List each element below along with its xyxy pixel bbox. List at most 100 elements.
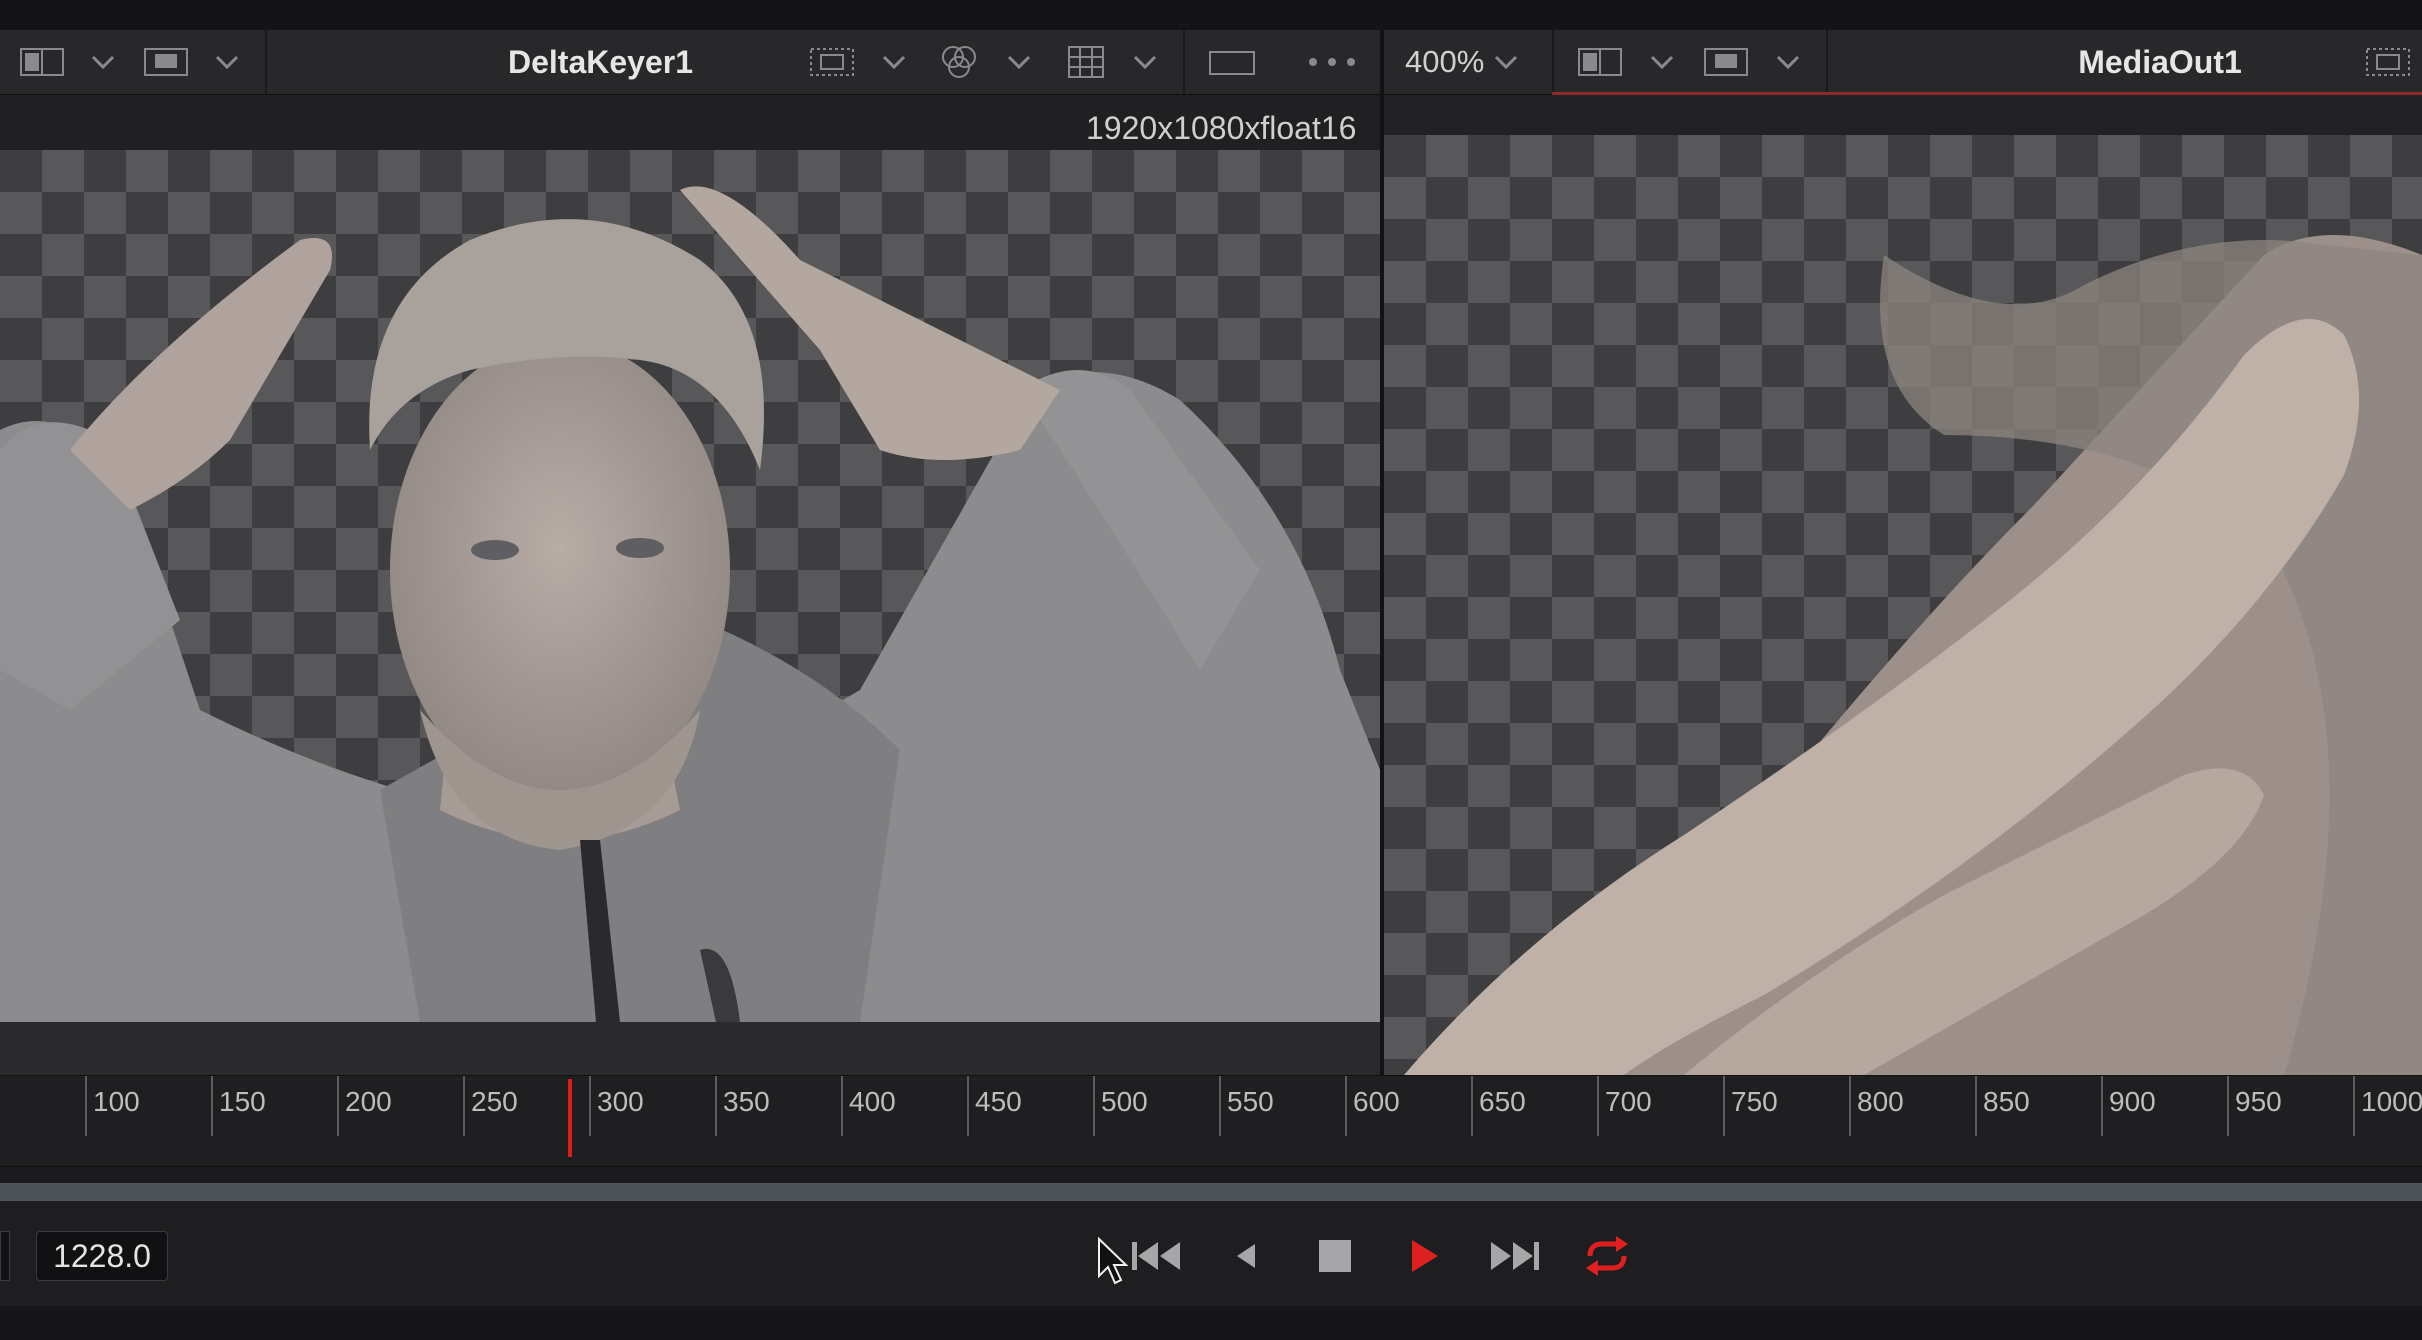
frame-rectangle-icon bbox=[1209, 51, 1255, 75]
roi-dropdown[interactable] bbox=[880, 50, 908, 74]
chevron-down-icon bbox=[1495, 55, 1518, 70]
ruler-tick-label: 950 bbox=[2235, 1086, 2282, 1117]
toolbar-divider bbox=[265, 30, 267, 94]
ruler-tick-label: 700 bbox=[1605, 1086, 1652, 1117]
stop-button[interactable] bbox=[1305, 1228, 1365, 1284]
keyed-subject-image bbox=[0, 186, 1380, 1022]
chevron-down-icon bbox=[1776, 55, 1800, 70]
ruler-tick bbox=[841, 1076, 843, 1136]
timeline-scrollbar[interactable] bbox=[0, 1183, 2422, 1201]
more-options-button[interactable] bbox=[1302, 44, 1362, 80]
ruler-tick bbox=[337, 1076, 339, 1136]
window-top-strip bbox=[0, 0, 2422, 30]
viewer-layout-dropdown[interactable] bbox=[213, 50, 241, 74]
zoom-dropdown[interactable]: 400% bbox=[1405, 30, 1520, 94]
mouse-cursor-icon bbox=[1098, 1236, 1129, 1285]
split-view-dropdown[interactable] bbox=[89, 50, 117, 74]
ruler-tick-label: 600 bbox=[1353, 1086, 1400, 1117]
ruler-tick bbox=[1975, 1076, 1977, 1136]
chevron-down-icon bbox=[1650, 55, 1674, 70]
ruler-tick bbox=[1597, 1076, 1599, 1136]
right-viewer[interactable] bbox=[1384, 95, 2422, 1075]
loop-button[interactable] bbox=[1577, 1228, 1637, 1284]
ruler-tick bbox=[1345, 1076, 1347, 1136]
toolbar-divider bbox=[1183, 30, 1185, 94]
zoom-level: 400% bbox=[1405, 44, 1485, 79]
ruler-tick bbox=[1849, 1076, 1851, 1136]
ruler-tick-label: 400 bbox=[849, 1086, 896, 1117]
split-view-button[interactable] bbox=[16, 44, 68, 80]
ruler-tick bbox=[589, 1076, 591, 1136]
chevron-down-icon bbox=[215, 55, 239, 70]
split-view-button-right[interactable] bbox=[1574, 44, 1626, 80]
monitor-icon bbox=[1704, 48, 1748, 76]
ruler-tick-label: 750 bbox=[1731, 1086, 1778, 1117]
time-ruler[interactable]: 100 150 200 250 300 350 400 450 500 550 600 650 700 7… bbox=[0, 1075, 2422, 1167]
play-icon bbox=[1412, 1240, 1438, 1272]
right-viewer-canvas[interactable] bbox=[1384, 135, 2422, 1075]
viewer-layout-button-right[interactable] bbox=[1700, 44, 1752, 80]
step-back-button[interactable] bbox=[1215, 1228, 1275, 1284]
ruler-tick bbox=[2101, 1076, 2103, 1136]
stop-icon bbox=[1319, 1240, 1351, 1272]
ruler-tick-label: 450 bbox=[975, 1086, 1022, 1117]
bottom-strip bbox=[0, 1306, 2422, 1340]
ruler-tick bbox=[85, 1076, 87, 1136]
viewer-layout-dropdown-right[interactable] bbox=[1774, 50, 1802, 74]
ruler-tick-label: 300 bbox=[597, 1086, 644, 1117]
chevron-down-icon bbox=[91, 55, 115, 70]
ruler-tick-label: 200 bbox=[345, 1086, 392, 1117]
ruler-tick-label: 500 bbox=[1101, 1086, 1148, 1117]
image-resolution-label: 1920x1080xfloat16 bbox=[1086, 110, 1357, 146]
ruler-tick bbox=[715, 1076, 717, 1136]
ruler-tick bbox=[1093, 1076, 1095, 1136]
rgb-channels-icon bbox=[942, 46, 976, 78]
viewer-toolbar: DeltaKeyer1 400% MediaOut1 bbox=[0, 30, 2422, 95]
step-back-icon bbox=[1237, 1244, 1255, 1268]
ruler-tick bbox=[1723, 1076, 1725, 1136]
chevron-down-icon bbox=[1133, 55, 1157, 70]
grid-guides-button[interactable] bbox=[1060, 44, 1112, 80]
roi-icon bbox=[2366, 48, 2410, 76]
playhead[interactable] bbox=[568, 1079, 572, 1157]
split-view-dropdown-right[interactable] bbox=[1648, 50, 1676, 74]
color-channels-dropdown[interactable] bbox=[1005, 50, 1033, 74]
ruler-tick-label: 150 bbox=[219, 1086, 266, 1117]
grid-guides-dropdown[interactable] bbox=[1131, 50, 1159, 74]
roi-button[interactable] bbox=[806, 44, 858, 80]
viewer-layout-button[interactable] bbox=[140, 44, 192, 80]
ruler-tick-label: 100 bbox=[93, 1086, 140, 1117]
ruler-tick bbox=[1219, 1076, 1221, 1136]
ruler-tick-label: 550 bbox=[1227, 1086, 1274, 1117]
ruler-tick bbox=[2353, 1076, 2355, 1136]
color-channels-button[interactable] bbox=[933, 44, 985, 80]
right-viewer-title: MediaOut1 bbox=[2078, 43, 2242, 80]
go-to-end-button[interactable] bbox=[1485, 1228, 1545, 1284]
ruler-tick bbox=[967, 1076, 969, 1136]
chevron-down-icon bbox=[882, 55, 906, 70]
left-viewer-canvas[interactable] bbox=[0, 150, 1380, 1022]
ruler-tick bbox=[211, 1076, 213, 1136]
roi-button-right[interactable] bbox=[2362, 44, 2414, 80]
start-frame-field[interactable] bbox=[0, 1231, 10, 1281]
ruler-tick-label: 900 bbox=[2109, 1086, 2156, 1117]
toolbar-divider bbox=[1552, 30, 1554, 94]
go-to-start-icon bbox=[1132, 1242, 1180, 1270]
current-frame-field[interactable]: 1228.0 bbox=[36, 1231, 168, 1281]
ruler-tick-label: 800 bbox=[1857, 1086, 1904, 1117]
grid-icon bbox=[1068, 46, 1104, 78]
ruler-tick-label: 250 bbox=[471, 1086, 518, 1117]
ruler-tick bbox=[2227, 1076, 2229, 1136]
split-view-icon bbox=[1578, 48, 1622, 76]
chevron-down-icon bbox=[1007, 55, 1031, 70]
monitor-icon bbox=[144, 48, 188, 76]
transport-bar bbox=[0, 1201, 2422, 1306]
ruler-tick bbox=[463, 1076, 465, 1136]
toolbar-divider bbox=[1826, 30, 1828, 94]
go-to-start-button[interactable] bbox=[1126, 1228, 1186, 1284]
ruler-tick-label: 350 bbox=[723, 1086, 770, 1117]
play-button[interactable] bbox=[1394, 1228, 1454, 1284]
split-view-icon bbox=[20, 48, 64, 76]
safe-area-button[interactable] bbox=[1204, 44, 1260, 80]
ruler-tick-label: 1000 bbox=[2361, 1086, 2422, 1117]
